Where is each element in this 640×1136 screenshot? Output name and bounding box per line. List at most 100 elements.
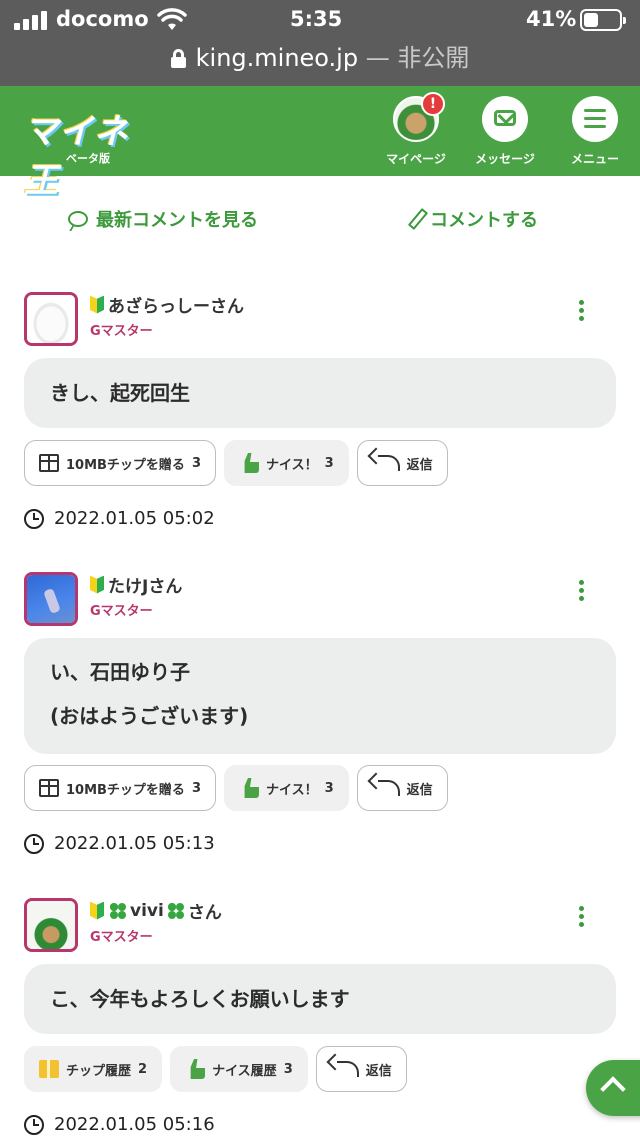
battery-level bbox=[584, 13, 598, 27]
commenter-name-text: vivi bbox=[130, 900, 164, 921]
reply-label: 返信 bbox=[365, 1063, 392, 1079]
comment-text-line: (おはようございます) bbox=[50, 704, 249, 728]
nice-button[interactable]: ナイス！ 3 bbox=[223, 765, 349, 811]
url-host: king.mineo.jp bbox=[195, 44, 359, 72]
message-circle bbox=[482, 96, 528, 142]
status-time: 5:35 bbox=[290, 7, 343, 31]
comment-body: こ、今年もよろしくお願いします bbox=[24, 964, 616, 1034]
clover-icon bbox=[110, 902, 126, 919]
app-header: マイネ王 ベータ版 ! マイページ メッセージ メニュー bbox=[0, 86, 640, 201]
commenter-name-suffix: さん bbox=[187, 903, 222, 923]
comment-buttons: 10MBチップを贈る 3 ナイス！ 3 返信 bbox=[24, 765, 448, 811]
comment-timestamp: 2022.01.05 05:13 bbox=[24, 833, 215, 854]
menu-label: メニュー bbox=[570, 152, 619, 166]
hamburger-icon bbox=[584, 109, 606, 129]
comment-text-line: きし、起死回生 bbox=[50, 381, 190, 405]
more-options-icon[interactable] bbox=[576, 580, 588, 602]
comment-actions: 最新コメントを見る コメントする bbox=[0, 196, 640, 242]
clock-icon bbox=[24, 508, 44, 529]
commenter-name-text: たけJさん bbox=[108, 577, 183, 597]
nice-history-button[interactable]: ナイス履歴 3 bbox=[170, 1046, 308, 1092]
beginner-mark-icon bbox=[90, 901, 104, 920]
battery-percent: 41% bbox=[526, 7, 577, 31]
mypage-label: マイページ bbox=[386, 152, 446, 166]
comment-timestamp: 2022.01.05 05:02 bbox=[24, 508, 215, 529]
more-options-icon[interactable] bbox=[576, 300, 588, 322]
thumbs-up-icon bbox=[185, 1059, 206, 1079]
timestamp-text: 2022.01.05 05:02 bbox=[54, 508, 215, 529]
reply-button[interactable]: 返信 bbox=[356, 440, 448, 486]
reply-label: 返信 bbox=[406, 782, 433, 798]
write-comment-link[interactable]: コメントする bbox=[407, 206, 538, 232]
comment-body: い、石田ゆり子 (おはようございます) bbox=[24, 638, 616, 754]
commenter-name[interactable]: vivi さん bbox=[90, 898, 222, 923]
latest-comments-label: 最新コメントを見る bbox=[96, 210, 258, 231]
nice-label: ナイス履歴 bbox=[212, 1063, 277, 1079]
carrier-name: docomo bbox=[56, 7, 149, 31]
pencil-icon bbox=[407, 208, 429, 230]
commenter-rank: Gマスター bbox=[90, 604, 153, 619]
reply-button[interactable]: 返信 bbox=[315, 1046, 407, 1092]
comment-text-line: い、石田ゆり子 bbox=[50, 660, 190, 684]
comment-body: きし、起死回生 bbox=[24, 358, 616, 428]
nice-button[interactable]: ナイス！ 3 bbox=[223, 440, 349, 486]
url-privacy-suffix: — 非公開 bbox=[365, 44, 470, 72]
menu-button[interactable]: メニュー bbox=[557, 96, 633, 172]
site-logo[interactable]: マイネ王 ベータ版 bbox=[24, 104, 154, 202]
clock-icon bbox=[24, 1114, 44, 1135]
reply-button[interactable]: 返信 bbox=[356, 765, 448, 811]
beginner-mark-icon bbox=[90, 575, 104, 594]
tip-history-button[interactable]: チップ履歴 2 bbox=[24, 1046, 163, 1092]
message-label: メッセージ bbox=[475, 152, 535, 166]
send-tip-button[interactable]: 10MBチップを贈る 3 bbox=[24, 440, 216, 486]
commenter-rank: Gマスター bbox=[90, 324, 153, 339]
clover-avatar-image bbox=[27, 901, 75, 949]
lock-icon bbox=[170, 49, 186, 68]
menu-circle bbox=[572, 96, 618, 142]
comment-text-line: こ、今年もよろしくお願いします bbox=[50, 987, 350, 1011]
tip-count: 3 bbox=[191, 780, 201, 796]
comment-timestamp: 2022.01.05 05:16 bbox=[24, 1114, 215, 1135]
beginner-mark-icon bbox=[90, 295, 104, 314]
browser-chrome: docomo 5:35 41% king.mineo.jp — 非公開 bbox=[0, 0, 640, 86]
nice-count: 3 bbox=[324, 455, 334, 471]
commenter-name[interactable]: たけJさん bbox=[90, 572, 182, 597]
timestamp-text: 2022.01.05 05:13 bbox=[54, 833, 215, 854]
nice-label: ナイス！ bbox=[265, 457, 318, 473]
timestamp-text: 2022.01.05 05:16 bbox=[54, 1114, 215, 1135]
send-tip-button[interactable]: 10MBチップを贈る 3 bbox=[24, 765, 216, 811]
clover-icon bbox=[167, 902, 184, 919]
url-bar[interactable]: king.mineo.jp — 非公開 bbox=[0, 38, 640, 78]
thumbs-up-icon bbox=[238, 453, 259, 473]
commenter-avatar[interactable] bbox=[24, 292, 78, 346]
write-comment-label: コメントする bbox=[430, 210, 538, 231]
battery-icon bbox=[580, 9, 626, 31]
rabbit-avatar-image bbox=[27, 575, 75, 623]
commenter-avatar[interactable] bbox=[24, 572, 78, 626]
message-button[interactable]: メッセージ bbox=[467, 96, 543, 172]
notification-badge: ! bbox=[421, 92, 445, 116]
gift-icon bbox=[39, 454, 59, 472]
commenter-name[interactable]: あざらっしーさん bbox=[90, 292, 244, 317]
tip-label: チップ履歴 bbox=[66, 1063, 132, 1079]
gift-icon bbox=[39, 1060, 59, 1078]
more-options-icon[interactable] bbox=[576, 906, 588, 928]
tip-count: 3 bbox=[191, 455, 201, 471]
commenter-name-text: あざらっしーさん bbox=[108, 297, 244, 317]
nice-count: 3 bbox=[283, 1061, 293, 1077]
reply-icon bbox=[336, 1061, 359, 1077]
comment-buttons: 10MBチップを贈る 3 ナイス！ 3 返信 bbox=[24, 440, 448, 486]
speech-bubble-icon bbox=[68, 211, 88, 227]
commenter-avatar[interactable] bbox=[24, 898, 78, 952]
nice-label: ナイス！ bbox=[265, 782, 318, 798]
comment-buttons: チップ履歴 2 ナイス履歴 3 返信 bbox=[24, 1046, 407, 1092]
tip-label: 10MBチップを贈る bbox=[66, 457, 185, 473]
wifi-icon bbox=[157, 8, 187, 30]
scroll-to-top-button[interactable] bbox=[586, 1060, 640, 1116]
mail-icon bbox=[494, 110, 516, 126]
latest-comments-link[interactable]: 最新コメントを見る bbox=[68, 206, 258, 232]
mypage-button[interactable]: ! マイページ bbox=[378, 92, 454, 172]
seal-avatar-image bbox=[27, 295, 75, 343]
logo-beta-label: ベータ版 bbox=[66, 152, 110, 165]
signal-icon bbox=[14, 10, 47, 30]
